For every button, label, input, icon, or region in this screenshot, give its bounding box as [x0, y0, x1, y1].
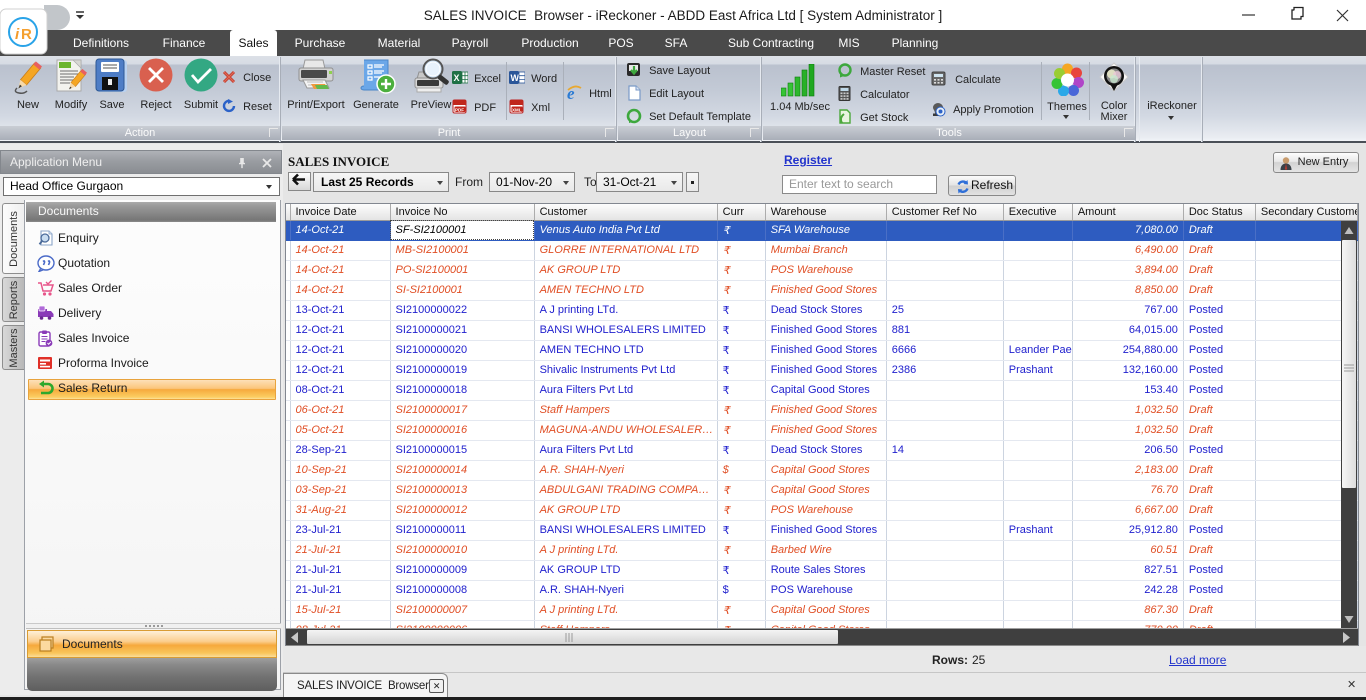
svg-text:W: W [511, 73, 520, 83]
svg-text:R: R [21, 26, 32, 43]
svg-text:XML: XML [512, 107, 522, 112]
svg-text:PDF: PDF [455, 107, 464, 112]
svg-text:X: X [454, 73, 460, 83]
